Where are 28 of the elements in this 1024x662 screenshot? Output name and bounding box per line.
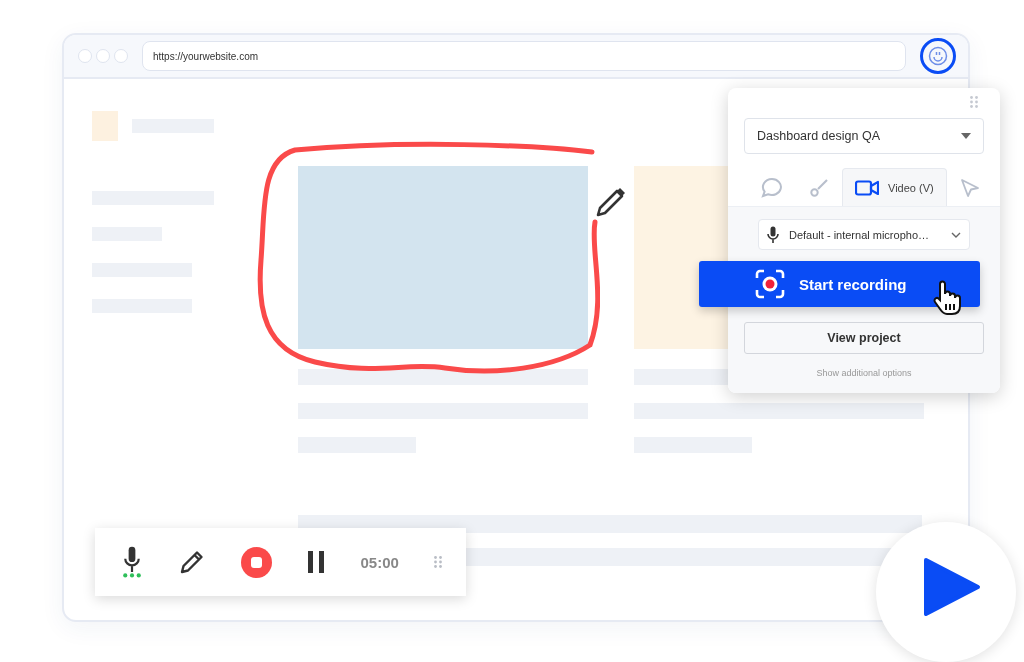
speech-bubble-icon	[761, 176, 783, 199]
window-control[interactable]	[96, 49, 110, 63]
pointer-arrow-icon	[959, 177, 980, 198]
drag-handle-icon[interactable]	[970, 96, 978, 108]
view-project-button[interactable]: View project	[744, 322, 984, 354]
video-camera-icon	[855, 179, 879, 196]
start-recording-button[interactable]: Start recording	[699, 261, 980, 307]
chevron-down-icon	[951, 231, 961, 238]
brush-icon	[809, 177, 829, 198]
pause-button[interactable]	[307, 551, 326, 573]
record-icon	[755, 269, 785, 299]
drag-handle-icon[interactable]	[434, 556, 442, 568]
stop-button[interactable]	[241, 546, 273, 578]
smiley-icon	[928, 46, 948, 66]
extension-button[interactable]	[920, 38, 956, 74]
caret-icon	[961, 133, 971, 139]
microphone-icon	[767, 225, 779, 244]
project-dropdown[interactable]: Dashboard design QA	[744, 118, 984, 154]
window-control[interactable]	[114, 49, 128, 63]
address-bar[interactable]: https://yourwebsite.com	[142, 41, 906, 71]
video-tab[interactable]: Video (V)	[842, 168, 947, 206]
window-control[interactable]	[78, 49, 92, 63]
microphone-button[interactable]	[121, 546, 143, 578]
microphone-dropdown[interactable]: Default - internal micropho…	[758, 219, 970, 250]
logo-placeholder	[92, 111, 118, 141]
pencil-icon	[595, 186, 627, 218]
timer: 05:00	[360, 553, 399, 571]
hand-cursor-icon	[932, 280, 962, 316]
